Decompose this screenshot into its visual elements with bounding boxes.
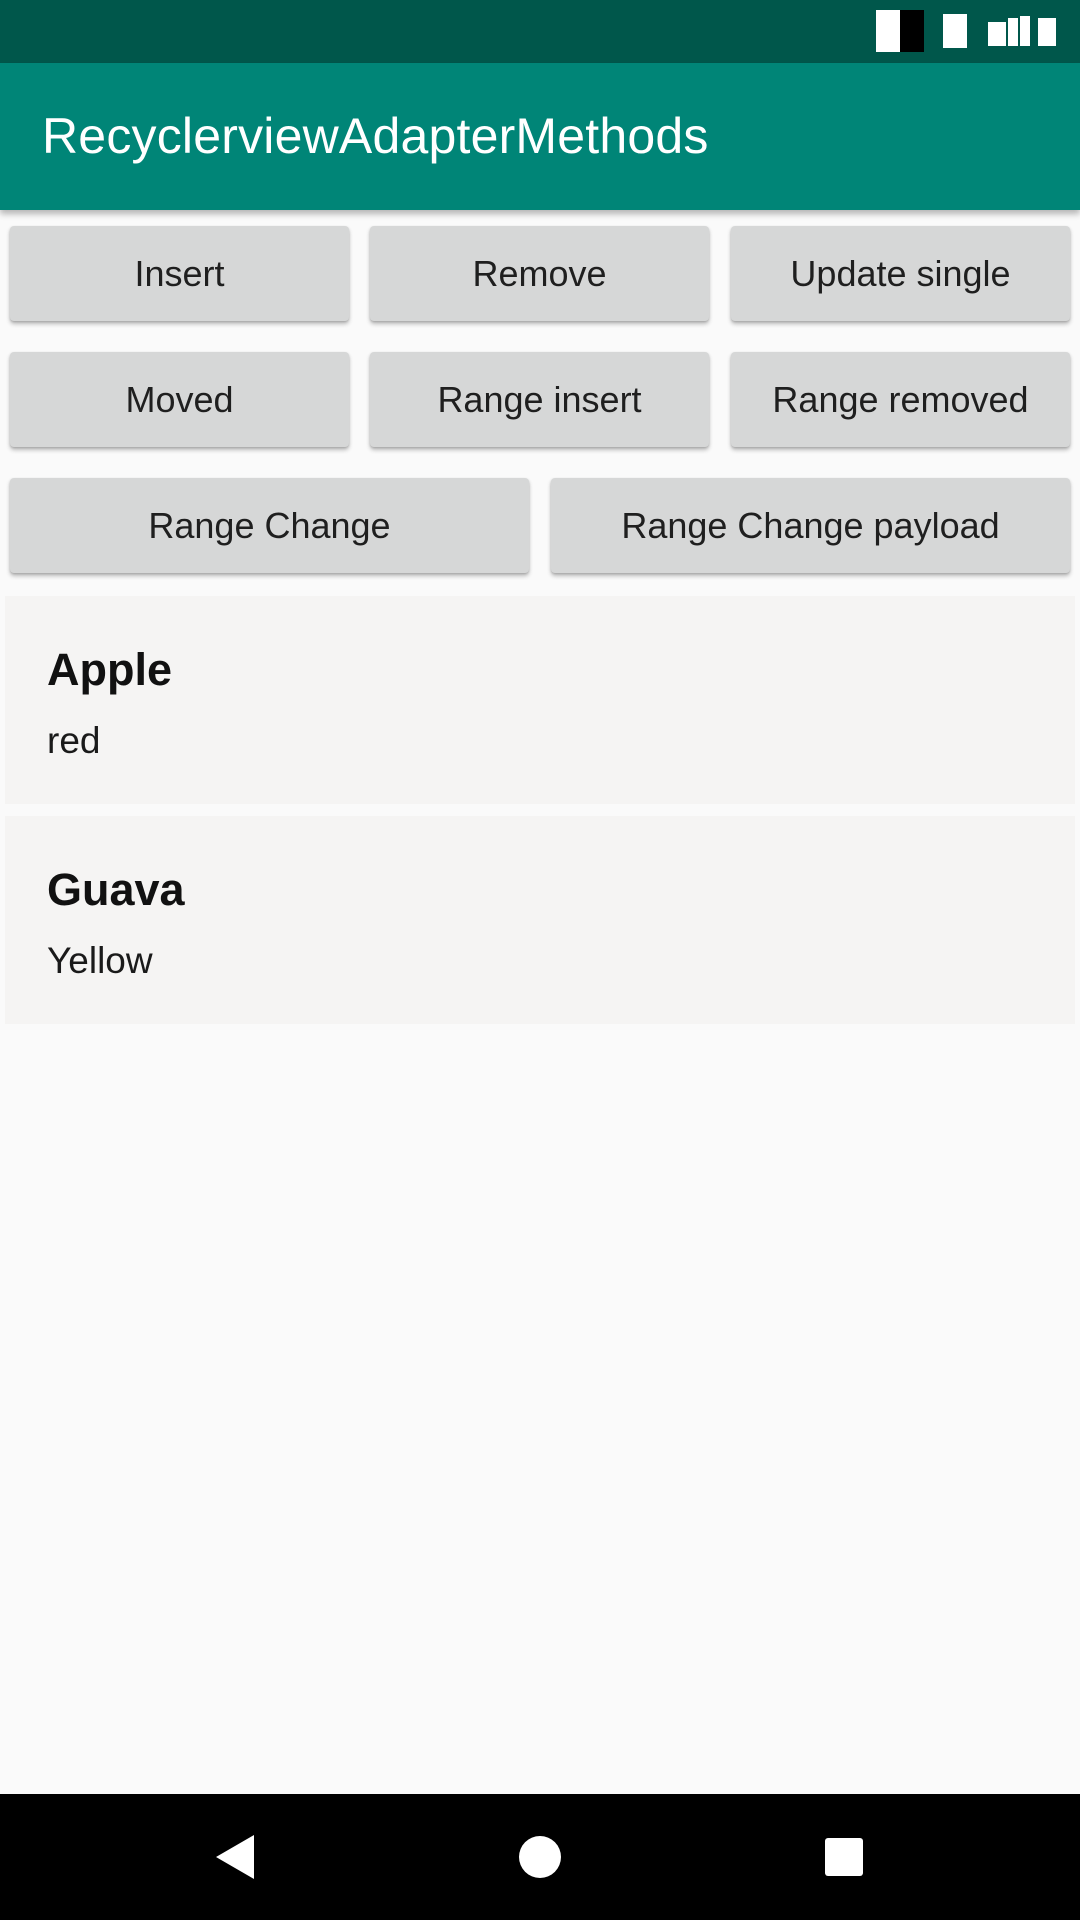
item-subtitle: Yellow [47, 940, 153, 981]
home-button[interactable] [480, 1794, 600, 1920]
list-item[interactable]: Apple red [5, 596, 1075, 804]
moved-button[interactable]: Moved [10, 352, 349, 447]
recents-icon [825, 1838, 863, 1876]
remove-button[interactable]: Remove [370, 226, 709, 321]
item-title: Guava [47, 864, 185, 915]
recents-button[interactable] [784, 1794, 904, 1920]
insert-button[interactable]: Insert [10, 226, 349, 321]
back-button[interactable] [176, 1794, 296, 1920]
status-bar [0, 0, 1080, 63]
range-change-payload-button[interactable]: Range Change payload [551, 478, 1070, 573]
range-removed-button[interactable]: Range removed [731, 352, 1070, 447]
range-insert-button[interactable]: Range insert [370, 352, 709, 447]
app-bar: RecyclerviewAdapterMethods [0, 63, 1080, 210]
range-change-button[interactable]: Range Change [10, 478, 529, 573]
item-subtitle: red [47, 720, 101, 761]
navigation-bar [0, 1794, 1080, 1920]
list-item[interactable]: Guava Yellow [5, 816, 1075, 1024]
app-title: RecyclerviewAdapterMethods [42, 108, 709, 164]
home-icon [519, 1836, 561, 1878]
item-title: Apple [47, 644, 173, 695]
update-single-button[interactable]: Update single [731, 226, 1070, 321]
back-icon [216, 1835, 254, 1879]
